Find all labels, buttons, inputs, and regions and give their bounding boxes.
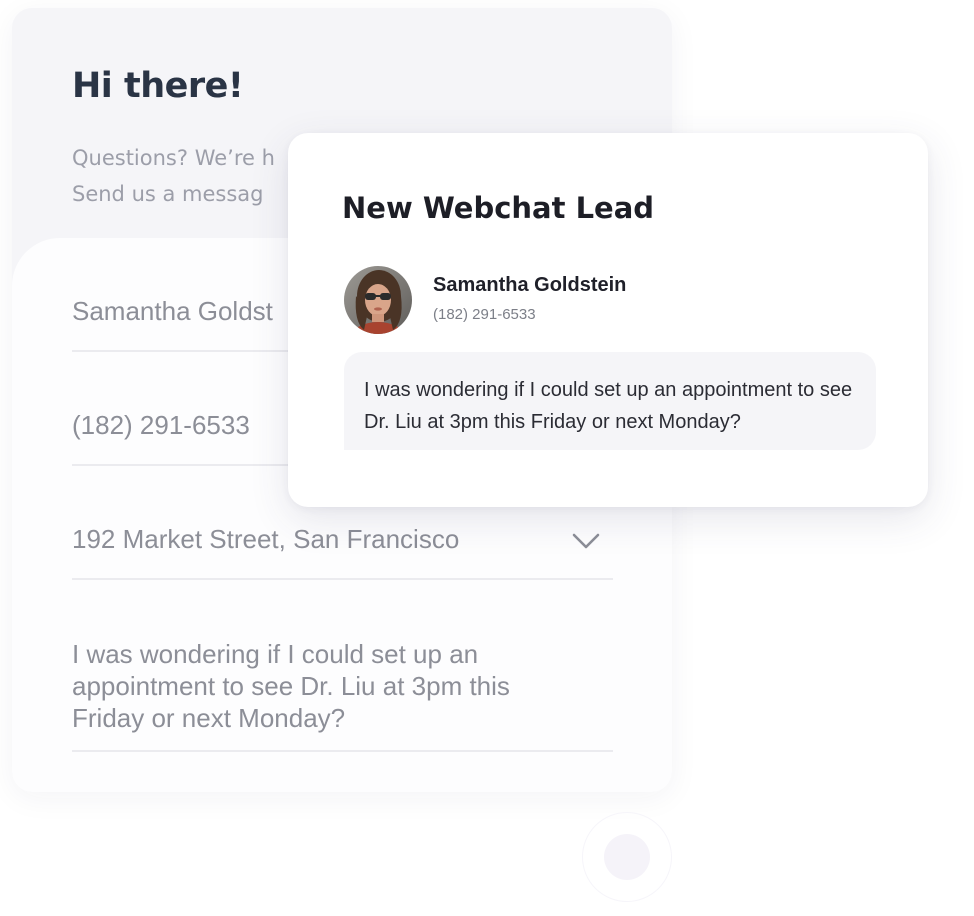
decorative-circle-inner: [604, 834, 650, 880]
form-greeting: Hi there!: [72, 66, 244, 106]
decorative-circle: [582, 812, 672, 902]
message-field[interactable]: I was wondering if I could set up an app…: [72, 638, 613, 752]
avatar-photo: [344, 266, 412, 334]
form-subtitle: Questions? We’re h Send us a messag: [72, 140, 275, 212]
message-field-value: I was wondering if I could set up an app…: [72, 639, 510, 733]
lead-title: New Webchat Lead: [342, 191, 655, 225]
address-select[interactable]: 192 Market Street, San Francisco: [72, 524, 613, 580]
lead-notification-card[interactable]: New Webchat Lead Samantha Goldstein (182…: [288, 133, 928, 507]
stage: Hi there! Questions? We’re h Send us a m…: [0, 0, 974, 916]
chevron-down-icon[interactable]: [571, 532, 601, 550]
message-bubble: I was wondering if I could set up an app…: [344, 352, 876, 450]
form-subtitle-line-2: Send us a messag: [72, 182, 264, 206]
contact-phone: (182) 291-6533: [433, 306, 536, 323]
form-subtitle-line-1: Questions? We’re h: [72, 146, 275, 170]
address-select-value: 192 Market Street, San Francisco: [72, 524, 460, 554]
avatar: [344, 266, 412, 334]
contact-name: Samantha Goldstein: [433, 274, 627, 296]
